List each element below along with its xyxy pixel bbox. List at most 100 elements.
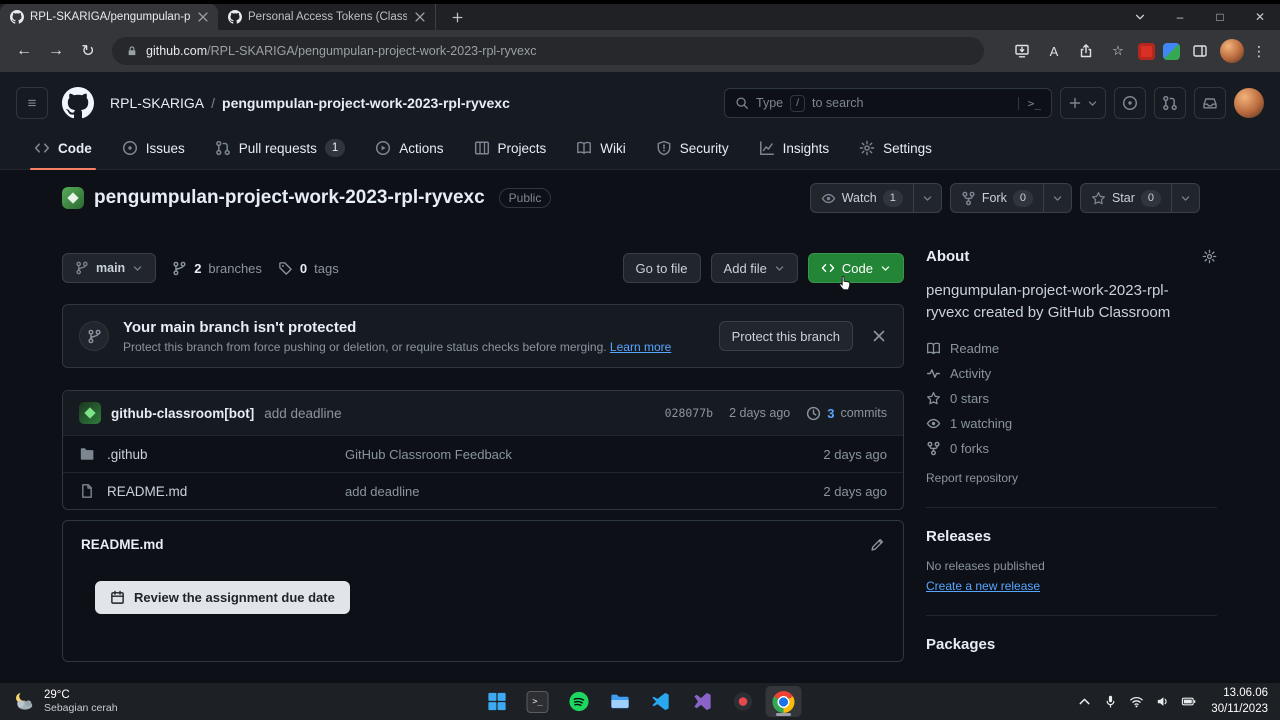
create-release-link[interactable]: Create a new release: [926, 579, 1217, 593]
side-panel-icon[interactable]: [1188, 39, 1212, 63]
search-input[interactable]: Type / to search >_: [724, 88, 1052, 118]
taskbar-clock[interactable]: 13.06.06 30/11/2023: [1211, 686, 1268, 717]
terminal-app-button[interactable]: >_: [520, 686, 556, 717]
forward-button[interactable]: →: [42, 37, 70, 65]
gear-icon[interactable]: [1202, 249, 1217, 264]
browser-tab-repo[interactable]: RPL-SKARIGA/pengumpulan-pr: [0, 4, 218, 30]
review-due-date-button[interactable]: Review the assignment due date: [95, 581, 350, 614]
commit-author-avatar[interactable]: [79, 402, 101, 424]
watch-button-main[interactable]: Watch 1: [809, 183, 913, 213]
commit-author[interactable]: github-classroom[bot]: [111, 406, 254, 421]
dismiss-banner-icon[interactable]: [871, 328, 887, 344]
extension-icon-1[interactable]: [1138, 42, 1155, 60]
issues-dashboard-button[interactable]: [1114, 87, 1146, 119]
go-to-file-button[interactable]: Go to file: [622, 253, 701, 283]
spotify-app-button[interactable]: [561, 686, 597, 717]
user-avatar[interactable]: [1234, 88, 1264, 118]
vscode-app-button[interactable]: [643, 686, 679, 717]
browser-tab-tokens[interactable]: Personal Access Tokens (Classic): [218, 4, 436, 30]
window-maximize-button[interactable]: □: [1200, 4, 1240, 30]
file-name[interactable]: README.md: [107, 484, 333, 499]
share-icon[interactable]: [1074, 39, 1098, 63]
tab-search-button[interactable]: [1120, 4, 1160, 30]
add-file-button[interactable]: Add file: [710, 253, 798, 283]
breadcrumb-org[interactable]: RPL-SKARIGA: [110, 95, 204, 111]
edit-pencil-icon[interactable]: [870, 537, 885, 552]
browser-profile-avatar[interactable]: [1220, 39, 1244, 63]
tab-actions[interactable]: Actions: [363, 126, 455, 170]
file-row[interactable]: .github GitHub Classroom Feedback 2 days…: [63, 435, 903, 472]
tab-pull-requests[interactable]: Pull requests 1: [203, 126, 357, 170]
file-commit-date: 2 days ago: [823, 483, 887, 499]
window-close-button[interactable]: ✕: [1240, 4, 1280, 30]
install-app-icon[interactable]: [1010, 39, 1034, 63]
tab-wiki[interactable]: Wiki: [564, 126, 638, 170]
inbox-button[interactable]: [1194, 87, 1226, 119]
branch-selector[interactable]: main: [62, 253, 157, 283]
translate-icon[interactable]: A: [1042, 39, 1066, 63]
table-icon: [474, 140, 490, 156]
stars-link[interactable]: 0 stars: [926, 391, 1217, 406]
watch-button[interactable]: Watch 1: [809, 183, 942, 213]
file-commit-message[interactable]: add deadline: [345, 484, 811, 499]
tab-projects[interactable]: Projects: [462, 126, 559, 170]
tab-insights[interactable]: Insights: [747, 126, 842, 170]
volume-icon[interactable]: [1155, 694, 1170, 709]
start-button[interactable]: [479, 686, 515, 717]
hamburger-menu-button[interactable]: ≡: [16, 87, 48, 119]
readme-link[interactable]: Readme: [926, 341, 1217, 356]
protect-branch-button[interactable]: Protect this branch: [718, 321, 853, 351]
new-tab-button[interactable]: [444, 4, 470, 30]
star-button-main[interactable]: Star 0: [1079, 183, 1171, 213]
readme-filename[interactable]: README.md: [81, 537, 164, 552]
tab-security[interactable]: Security: [644, 126, 741, 170]
file-name[interactable]: .github: [107, 447, 333, 462]
command-palette-icon[interactable]: >_: [1017, 96, 1041, 110]
tray-chevron-up-icon[interactable]: [1077, 694, 1092, 709]
tab-issues[interactable]: Issues: [110, 126, 197, 170]
tab-close-icon[interactable]: [413, 10, 427, 24]
weather-widget[interactable]: 29°C Sebagian cerah: [0, 688, 130, 716]
commit-history-link[interactable]: 3 commits: [806, 406, 887, 421]
fork-button[interactable]: Fork 0: [949, 183, 1072, 213]
watch-dropdown[interactable]: [912, 183, 942, 213]
learn-more-link[interactable]: Learn more: [610, 340, 671, 354]
browser-menu-icon[interactable]: ⋮: [1252, 43, 1266, 60]
fork-dropdown[interactable]: [1042, 183, 1072, 213]
tab-settings[interactable]: Settings: [847, 126, 944, 170]
back-button[interactable]: ←: [10, 37, 38, 65]
window-minimize-button[interactable]: –: [1160, 4, 1200, 30]
url-bar[interactable]: github.com/RPL-SKARIGA/pengumpulan-proje…: [112, 37, 984, 65]
forks-link[interactable]: 0 forks: [926, 441, 1217, 456]
report-repository-link[interactable]: Report repository: [926, 471, 1217, 485]
bookmark-star-icon[interactable]: ☆: [1106, 39, 1130, 63]
watching-link[interactable]: 1 watching: [926, 416, 1217, 431]
media-app-button[interactable]: [725, 686, 761, 717]
branches-link[interactable]: 2 branches: [172, 261, 262, 276]
star-dropdown[interactable]: [1171, 183, 1200, 213]
breadcrumb-repo[interactable]: pengumpulan-project-work-2023-rpl-ryvexc: [222, 95, 510, 111]
reload-button[interactable]: ↻: [74, 37, 102, 65]
chrome-app-button[interactable]: [765, 686, 802, 717]
pull-requests-dashboard-button[interactable]: [1154, 87, 1186, 119]
plus-icon: [451, 11, 464, 24]
create-new-button[interactable]: [1060, 87, 1106, 119]
star-button[interactable]: Star 0: [1079, 183, 1200, 213]
visual-studio-app-button[interactable]: [684, 686, 720, 717]
tab-code[interactable]: Code: [22, 126, 104, 170]
github-logo[interactable]: [62, 87, 94, 119]
microphone-icon[interactable]: [1103, 694, 1118, 709]
repo-title[interactable]: pengumpulan-project-work-2023-rpl-ryvexc: [94, 187, 485, 209]
tab-close-icon[interactable]: [196, 10, 210, 24]
commit-message[interactable]: add deadline: [264, 406, 341, 421]
tags-link[interactable]: 0 tags: [278, 261, 339, 276]
extension-icon-2[interactable]: [1163, 42, 1180, 60]
fork-button-main[interactable]: Fork 0: [949, 183, 1043, 213]
battery-icon[interactable]: [1181, 694, 1196, 709]
file-commit-message[interactable]: GitHub Classroom Feedback: [345, 447, 811, 462]
wifi-icon[interactable]: [1129, 694, 1144, 709]
file-row[interactable]: README.md add deadline 2 days ago: [63, 472, 903, 509]
activity-link[interactable]: Activity: [926, 366, 1217, 381]
commit-hash[interactable]: 028077b: [665, 406, 713, 420]
file-explorer-button[interactable]: [602, 686, 638, 717]
